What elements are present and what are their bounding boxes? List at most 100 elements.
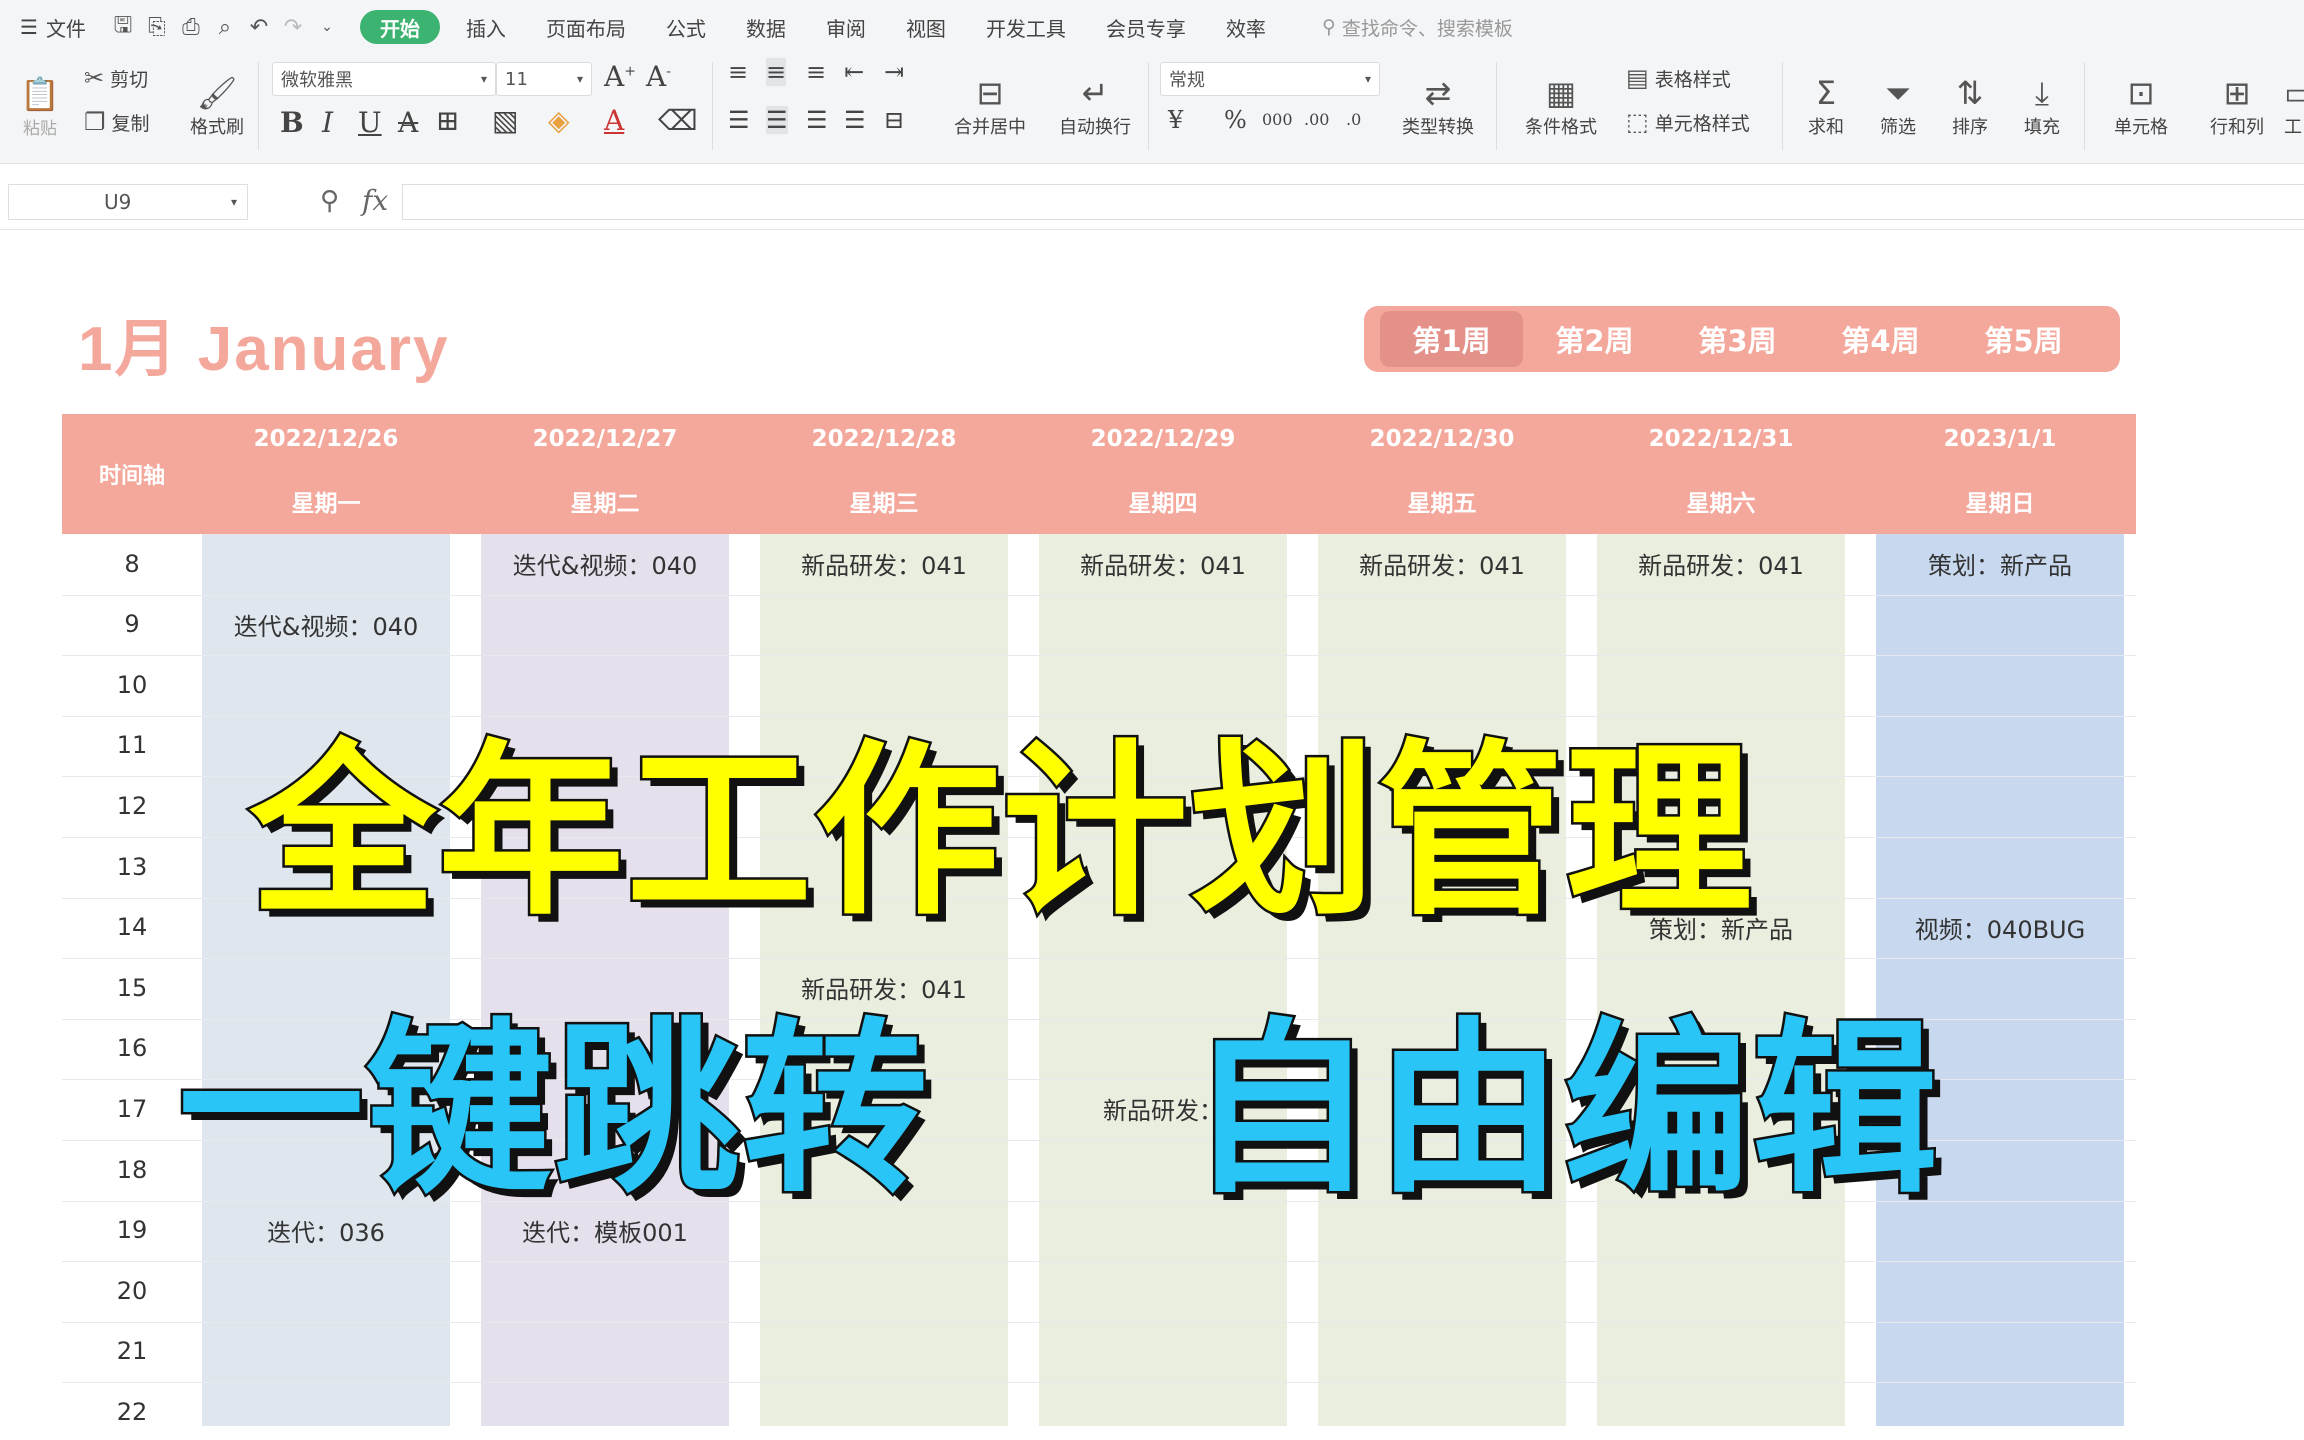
align-center-icon[interactable]: ☰ xyxy=(766,106,788,134)
rows-cols-button[interactable]: ⊞ 行和列 xyxy=(2192,58,2282,154)
borders-icon[interactable]: ⊞ xyxy=(436,104,459,137)
bold-icon[interactable]: B xyxy=(280,106,304,139)
save-icon[interactable]: 🖫 xyxy=(106,0,140,54)
table-style-button[interactable]: ▤ 表格样式 xyxy=(1626,64,1731,92)
strikethrough-icon[interactable]: A xyxy=(398,106,418,139)
day-date: 2022/12/30 xyxy=(1369,426,1515,452)
type-convert-button[interactable]: ⇄ 类型转换 xyxy=(1388,58,1488,154)
formula-input[interactable] xyxy=(402,184,2304,220)
align-left-icon[interactable]: ☰ xyxy=(728,106,750,134)
print-preview-icon[interactable]: ⌕ xyxy=(208,0,242,54)
menu-tab[interactable]: 数据 xyxy=(726,0,806,54)
cell-fill-pattern-icon[interactable]: ▧ xyxy=(492,104,518,137)
type-convert-label: 类型转换 xyxy=(1402,117,1474,138)
fill-button[interactable]: ⤓ 填充 xyxy=(2010,58,2074,154)
function-icon[interactable]: fx xyxy=(362,184,388,217)
command-search[interactable]: ⚲ 查找命令、搜索模板 xyxy=(1322,14,1513,41)
sort-button[interactable]: ⇅ 排序 xyxy=(1938,58,2002,154)
zoom-formula-icon[interactable]: ⚲ xyxy=(320,186,339,216)
decrease-font-icon[interactable]: A- xyxy=(646,60,671,93)
week-tab[interactable]: 第3周 xyxy=(1666,311,1809,367)
increase-font-icon[interactable]: A+ xyxy=(604,60,636,93)
menu-tab[interactable]: 公式 xyxy=(646,0,726,54)
print-icon[interactable]: ⎙ xyxy=(174,0,208,54)
conditional-format-button[interactable]: ▦ 条件格式 xyxy=(1506,58,1616,154)
format-painter-button[interactable]: 🖌 格式刷 xyxy=(184,58,250,154)
merge-center-button[interactable]: ⊟ 合并居中 xyxy=(940,58,1040,154)
align-right-icon[interactable]: ☰ xyxy=(806,106,828,134)
time-axis-label: 时间轴 xyxy=(98,464,165,489)
day-date: 2022/12/29 xyxy=(1090,426,1236,452)
menu-tab[interactable]: 审阅 xyxy=(806,0,886,54)
menu-tab[interactable]: 效率 xyxy=(1206,0,1286,54)
customize-dropdown-icon[interactable]: ⌄ xyxy=(310,0,344,54)
undo-icon[interactable]: ↶ xyxy=(242,0,276,54)
filter-button[interactable]: ⏷ 筛选 xyxy=(1866,58,1930,154)
thousands-icon[interactable]: 000 xyxy=(1262,110,1293,129)
menu-tab[interactable]: 开始 xyxy=(359,10,440,44)
day-weekday: 星期四 xyxy=(1128,491,1198,517)
font-name-select[interactable]: 微软雅黑 ▾ xyxy=(272,62,496,96)
percent-icon[interactable]: % xyxy=(1224,106,1247,134)
distribute-icon[interactable]: ⊟ xyxy=(884,106,904,134)
filter-label: 筛选 xyxy=(1880,117,1916,138)
table-style-label: 表格样式 xyxy=(1654,68,1731,91)
day-weekday: 星期一 xyxy=(291,491,361,517)
menu-tab[interactable]: 会员专享 xyxy=(1086,0,1206,54)
increase-decimal-icon[interactable]: .00 xyxy=(1304,110,1329,129)
merge-center-label: 合并居中 xyxy=(954,117,1026,138)
clear-format-icon[interactable]: ⌫ xyxy=(658,104,698,137)
redo-icon[interactable]: ↷ xyxy=(276,0,310,54)
day-weekday: 星期六 xyxy=(1686,491,1756,517)
calendar-event[interactable]: 新品研发：041 xyxy=(1597,534,1845,593)
align-top-icon[interactable]: ≡ xyxy=(728,58,748,86)
day-header: 2022/12/26 星期一 xyxy=(202,414,450,534)
week-tab[interactable]: 第2周 xyxy=(1523,311,1666,367)
align-bottom-icon[interactable]: ≡ xyxy=(806,58,826,86)
export-pdf-icon[interactable]: ⎘ xyxy=(140,0,174,54)
week-tab[interactable]: 第4周 xyxy=(1809,311,1952,367)
justify-icon[interactable]: ☰ xyxy=(844,106,866,134)
fill-color-icon[interactable]: ◈ xyxy=(548,104,570,137)
calendar-event[interactable]: 视频：040BUG xyxy=(1876,898,2124,957)
menu-tab[interactable]: 页面布局 xyxy=(526,0,646,54)
cell-label: 单元格 xyxy=(2114,117,2168,138)
sigma-icon: Σ xyxy=(1815,74,1837,112)
grid-icon: ▦ xyxy=(1545,74,1577,112)
paste-button[interactable]: 📋 粘贴 xyxy=(14,58,66,154)
menu-tab[interactable]: 视图 xyxy=(886,0,966,54)
menu-tab[interactable]: 开发工具 xyxy=(966,0,1086,54)
calendar-event[interactable]: 策划：新产品 xyxy=(1876,534,2124,593)
copy-button[interactable]: ❐ 复制 xyxy=(84,108,150,136)
day-header: 2022/12/31 星期六 xyxy=(1597,414,1845,534)
decrease-decimal-icon[interactable]: .0 xyxy=(1346,110,1361,129)
font-size-select[interactable]: 11 ▾ xyxy=(496,62,592,96)
calendar-event[interactable]: 新品研发：041 xyxy=(1318,534,1566,593)
chevron-down-icon: ▾ xyxy=(1364,72,1371,86)
calendar-event[interactable]: 新品研发：041 xyxy=(1039,534,1287,593)
align-middle-icon[interactable]: ≡ xyxy=(766,58,787,86)
name-box[interactable]: U9 ▾ xyxy=(8,184,248,220)
sum-button[interactable]: Σ 求和 xyxy=(1794,58,1858,154)
number-format-select[interactable]: 常规 ▾ xyxy=(1160,62,1380,96)
week-tab[interactable]: 第5周 xyxy=(1952,311,2095,367)
italic-icon[interactable]: I xyxy=(322,106,333,139)
calendar-event[interactable]: 迭代&视频：040 xyxy=(202,595,450,654)
hour-label: 20 xyxy=(116,1276,148,1305)
indent-decrease-icon[interactable]: ⇤ xyxy=(844,58,864,86)
indent-increase-icon[interactable]: ⇥ xyxy=(884,58,904,86)
menu-tab[interactable]: 插入 xyxy=(446,0,526,54)
font-color-icon[interactable]: A xyxy=(604,104,624,137)
underline-icon[interactable]: U xyxy=(358,106,382,139)
overlay-title: 全年工作计划管理 xyxy=(247,721,1755,943)
file-menu[interactable]: ☰ 文件 xyxy=(0,0,106,54)
calendar-event[interactable]: 新品研发：041 xyxy=(760,534,1008,593)
calendar-event[interactable]: 迭代&视频：040 xyxy=(481,534,729,593)
currency-icon[interactable]: ¥ xyxy=(1168,106,1183,134)
worksheet-button[interactable]: ▭ 工 xyxy=(2284,58,2304,154)
wrap-text-button[interactable]: ↵ 自动换行 xyxy=(1052,58,1138,154)
cut-button[interactable]: ✂ 剪切 xyxy=(84,64,148,92)
week-tab[interactable]: 第1周 xyxy=(1380,311,1523,367)
cell-button[interactable]: ⊡ 单元格 xyxy=(2096,58,2186,154)
cell-style-button[interactable]: ⬚ 单元格样式 xyxy=(1626,108,1750,136)
